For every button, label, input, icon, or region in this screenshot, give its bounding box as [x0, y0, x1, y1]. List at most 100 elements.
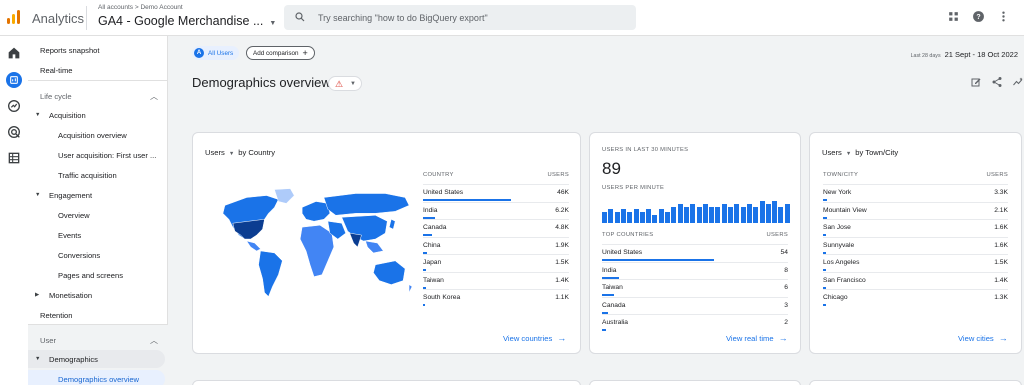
nav-section-user[interactable]: User ︿: [28, 331, 168, 349]
view-realtime-link[interactable]: View real time →: [726, 333, 788, 343]
table-row[interactable]: New York 3.3K: [823, 184, 1008, 202]
caret-down-icon: ▼: [350, 81, 356, 87]
table-row[interactable]: Sunnyvale 1.6K: [823, 236, 1008, 255]
minute-bar: [696, 206, 702, 223]
advertising-icon[interactable]: [6, 124, 22, 140]
col-users: USERS: [547, 172, 569, 178]
link-label: View countries: [503, 334, 553, 343]
nav-demographics-overview[interactable]: Demographics overview: [28, 370, 165, 385]
map-region-asia[interactable]: [341, 215, 388, 242]
top-app-bar: Analytics All accounts > Demo Account GA…: [0, 0, 1024, 36]
map-region-central-america[interactable]: [246, 240, 261, 252]
map-region-south-america[interactable]: [258, 250, 283, 297]
table-row[interactable]: India 8: [602, 261, 788, 280]
nav-pages-and-screens[interactable]: Pages and screens: [28, 266, 168, 284]
minute-bar: [721, 203, 727, 223]
row-value: 46K: [557, 189, 569, 196]
reports-icon[interactable]: [6, 72, 22, 88]
table-row[interactable]: Taiwan 1.4K: [423, 271, 569, 290]
minute-bar: [671, 206, 677, 223]
nav-conversions[interactable]: Conversions: [28, 246, 168, 264]
help-icon[interactable]: ?: [972, 10, 985, 23]
map-region-australia[interactable]: [373, 260, 406, 285]
link-label: View real time: [726, 334, 774, 343]
add-comparison-button[interactable]: Add comparison +: [246, 46, 315, 60]
table-row[interactable]: Los Angeles 1.5K: [823, 254, 1008, 272]
share-icon[interactable]: [991, 76, 1003, 88]
nav-realtime[interactable]: Real-time: [28, 61, 168, 79]
table-row[interactable]: Mountain View 2.1K: [823, 201, 1008, 220]
nav-events[interactable]: Events: [28, 226, 168, 244]
table-row[interactable]: United States 54: [602, 244, 788, 262]
nav-engagement-overview[interactable]: Overview: [28, 206, 168, 224]
more-vert-icon[interactable]: [997, 10, 1010, 23]
table-row[interactable]: United States 46K: [423, 184, 569, 202]
nav-retention[interactable]: Retention: [28, 306, 168, 324]
data-quality-chip[interactable]: ⚠ ▼: [328, 76, 362, 91]
map-region-se-asia[interactable]: [365, 240, 384, 254]
home-icon[interactable]: [6, 45, 22, 61]
nav-traffic-acquisition[interactable]: Traffic acquisition: [28, 166, 168, 184]
row-bar: [823, 304, 826, 306]
view-countries-link[interactable]: View countries →: [503, 333, 566, 343]
apps-grid-icon[interactable]: [947, 10, 960, 23]
map-region-europe[interactable]: [301, 201, 331, 222]
table-row[interactable]: Canada 4.8K: [423, 219, 569, 237]
table-row[interactable]: Taiwan 6: [602, 279, 788, 297]
nav-section-life-cycle[interactable]: Life cycle ︿: [28, 87, 168, 105]
table-row[interactable]: South Korea 1.1K: [423, 289, 569, 307]
table-header: TOP COUNTRIES USERS: [602, 232, 788, 242]
customize-report-icon[interactable]: [970, 76, 982, 88]
minute-bar: [759, 201, 765, 223]
map-region-russia[interactable]: [323, 193, 410, 216]
nav-group-monetisation[interactable]: ▶ Monetisation: [28, 286, 168, 304]
account-breadcrumb[interactable]: All accounts > Demo Account: [98, 4, 183, 11]
row-name: Canada: [423, 224, 447, 231]
table-row[interactable]: Chicago 1.3K: [823, 289, 1008, 307]
city-card-title[interactable]: Users ▼ by Town/City: [822, 148, 898, 157]
date-range-picker[interactable]: Last 28 days 21 Sept - 18 Oct 2022: [911, 50, 1018, 59]
all-users-label: All Users: [208, 49, 234, 57]
country-card-title[interactable]: Users ▼ by Country: [205, 148, 275, 157]
minute-bar: [683, 206, 689, 223]
row-name: China: [423, 241, 441, 249]
nav-reports-snapshot[interactable]: Reports snapshot: [28, 41, 168, 59]
world-map[interactable]: [217, 185, 415, 305]
table-row[interactable]: San Francisco 1.4K: [823, 271, 1008, 290]
nav-acquisition-overview[interactable]: Acquisition overview: [28, 126, 168, 144]
configure-icon[interactable]: [6, 150, 22, 166]
row-value: 2.1K: [994, 206, 1008, 214]
analytics-logo[interactable]: [7, 10, 21, 24]
nav-group-acquisition[interactable]: ▼ Acquisition: [28, 106, 168, 124]
minute-bar: [620, 209, 626, 223]
insights-icon[interactable]: [1012, 76, 1024, 88]
realtime-label: USERS IN LAST 30 MINUTES: [602, 147, 689, 153]
city-table: TOWN/CITY USERS New York 3.3K Mountain Vie…: [823, 172, 1008, 312]
all-users-chip[interactable]: A All Users: [192, 46, 240, 60]
map-region-africa[interactable]: [299, 224, 335, 277]
map-region-india[interactable]: [349, 232, 362, 248]
nav-label: Conversions: [58, 251, 101, 260]
property-selector[interactable]: GA4 - Google Merchandise ... ▼: [98, 14, 276, 28]
table-row[interactable]: India 6.2K: [423, 201, 569, 220]
next-card-top: [192, 380, 581, 385]
table-row[interactable]: Australia 2: [602, 314, 788, 332]
map-region-japan[interactable]: [388, 218, 396, 230]
nav-user-acquisition[interactable]: User acquisition: First user ...: [28, 146, 168, 164]
row-value: 1.9K: [555, 241, 569, 249]
table-header: COUNTRY USERS: [423, 172, 569, 182]
users-per-minute-chart[interactable]: [602, 199, 792, 223]
table-row[interactable]: Canada 3: [602, 296, 788, 315]
nav-group-demographics[interactable]: ▼ Demographics: [28, 350, 165, 368]
explore-icon[interactable]: [6, 98, 22, 114]
nav-group-engagement[interactable]: ▼ Engagement: [28, 186, 168, 204]
row-bar: [602, 329, 607, 331]
view-cities-link[interactable]: View cities →: [958, 333, 1008, 343]
row-name: San Francisco: [823, 276, 866, 284]
map-region-new-zealand[interactable]: [408, 284, 413, 293]
table-row[interactable]: San Jose 1.6K: [823, 219, 1008, 237]
caret-down-icon: ▼: [845, 151, 852, 157]
table-row[interactable]: China 1.9K: [423, 236, 569, 255]
table-row[interactable]: Japan 1.5K: [423, 254, 569, 272]
search-bar[interactable]: Try searching "how to do BigQuery export…: [284, 5, 636, 30]
